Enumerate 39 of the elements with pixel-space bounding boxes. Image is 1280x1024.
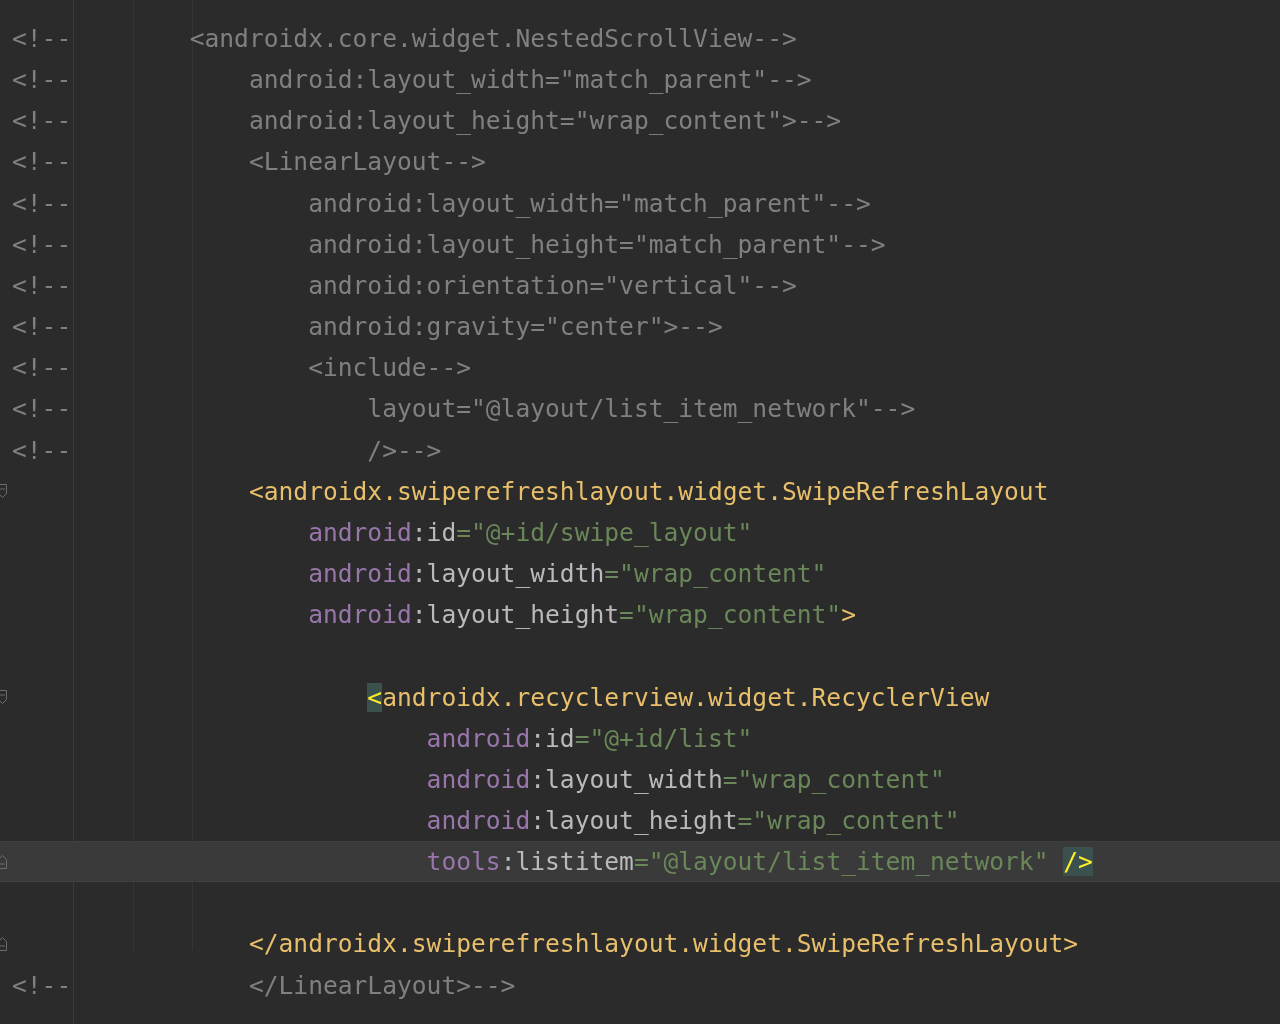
code-line: android:id="@+id/swipe_layout" [308,517,753,547]
code-line: <androidx.recyclerview.widget.RecyclerView [367,682,990,712]
code-line: android:layout_height="wrap_content"> [308,600,856,630]
comment-marker: <!-- [12,353,72,383]
code-line: <androidx.swiperefreshlayout.widget.SwipeRefreshLayout [248,476,1049,506]
code-line: android:gravity="center">--> [308,312,723,342]
comment-marker: <!-- [12,394,72,424]
comment-marker: <!-- [12,106,72,136]
comment-marker: <!-- [12,188,72,218]
code-line: android:id="@+id/list" [426,723,753,753]
fold-marker-icon[interactable] [0,854,7,869]
code-line: android:layout_width="match_parent"--> [248,65,812,95]
comment-marker: <!-- [12,24,72,53]
code-line: <androidx.core.widget.NestedScrollView--> [189,24,797,53]
code-editor[interactable] [0,0,1280,1024]
comment-marker: <!-- [12,65,72,95]
code-line: android:layout_width="wrap_content" [308,559,827,589]
comment-marker: <!-- [12,147,72,177]
code-line: <LinearLayout--> [248,147,486,177]
fold-marker-icon[interactable] [0,937,7,951]
code-line: android:layout_height="match_parent"--> [308,229,886,259]
comment-marker: <!-- [12,435,72,465]
code-line: </LinearLayout>--> [248,970,516,1000]
comment-marker: <!-- [12,970,72,1000]
comment-marker: <!-- [12,312,72,342]
code-line: android:layout_width="match_parent"--> [308,188,871,218]
code-line: <include--> [308,353,471,383]
code-line: android:layout_height="wrap_content" [426,805,960,835]
fold-marker-icon[interactable] [0,484,7,499]
code-line: android:layout_width="wrap_content" [426,764,945,794]
code-line: tools:listitem="@layout/list_item_network" /> [426,847,1093,877]
fold-marker-icon[interactable] [0,690,7,705]
code-line: android:orientation="vertical"--> [308,270,797,300]
code-line: android:layout_height="wrap_content">--> [248,106,842,136]
code-line: </androidx.swiperefreshlayout.widget.SwipeRefreshLayout> [248,929,1079,959]
code-line: />--> [367,435,442,465]
comment-marker: <!-- [12,229,72,259]
code-line: layout="@layout/list_item_network"--> [367,394,916,424]
comment-marker: <!-- [12,270,72,300]
